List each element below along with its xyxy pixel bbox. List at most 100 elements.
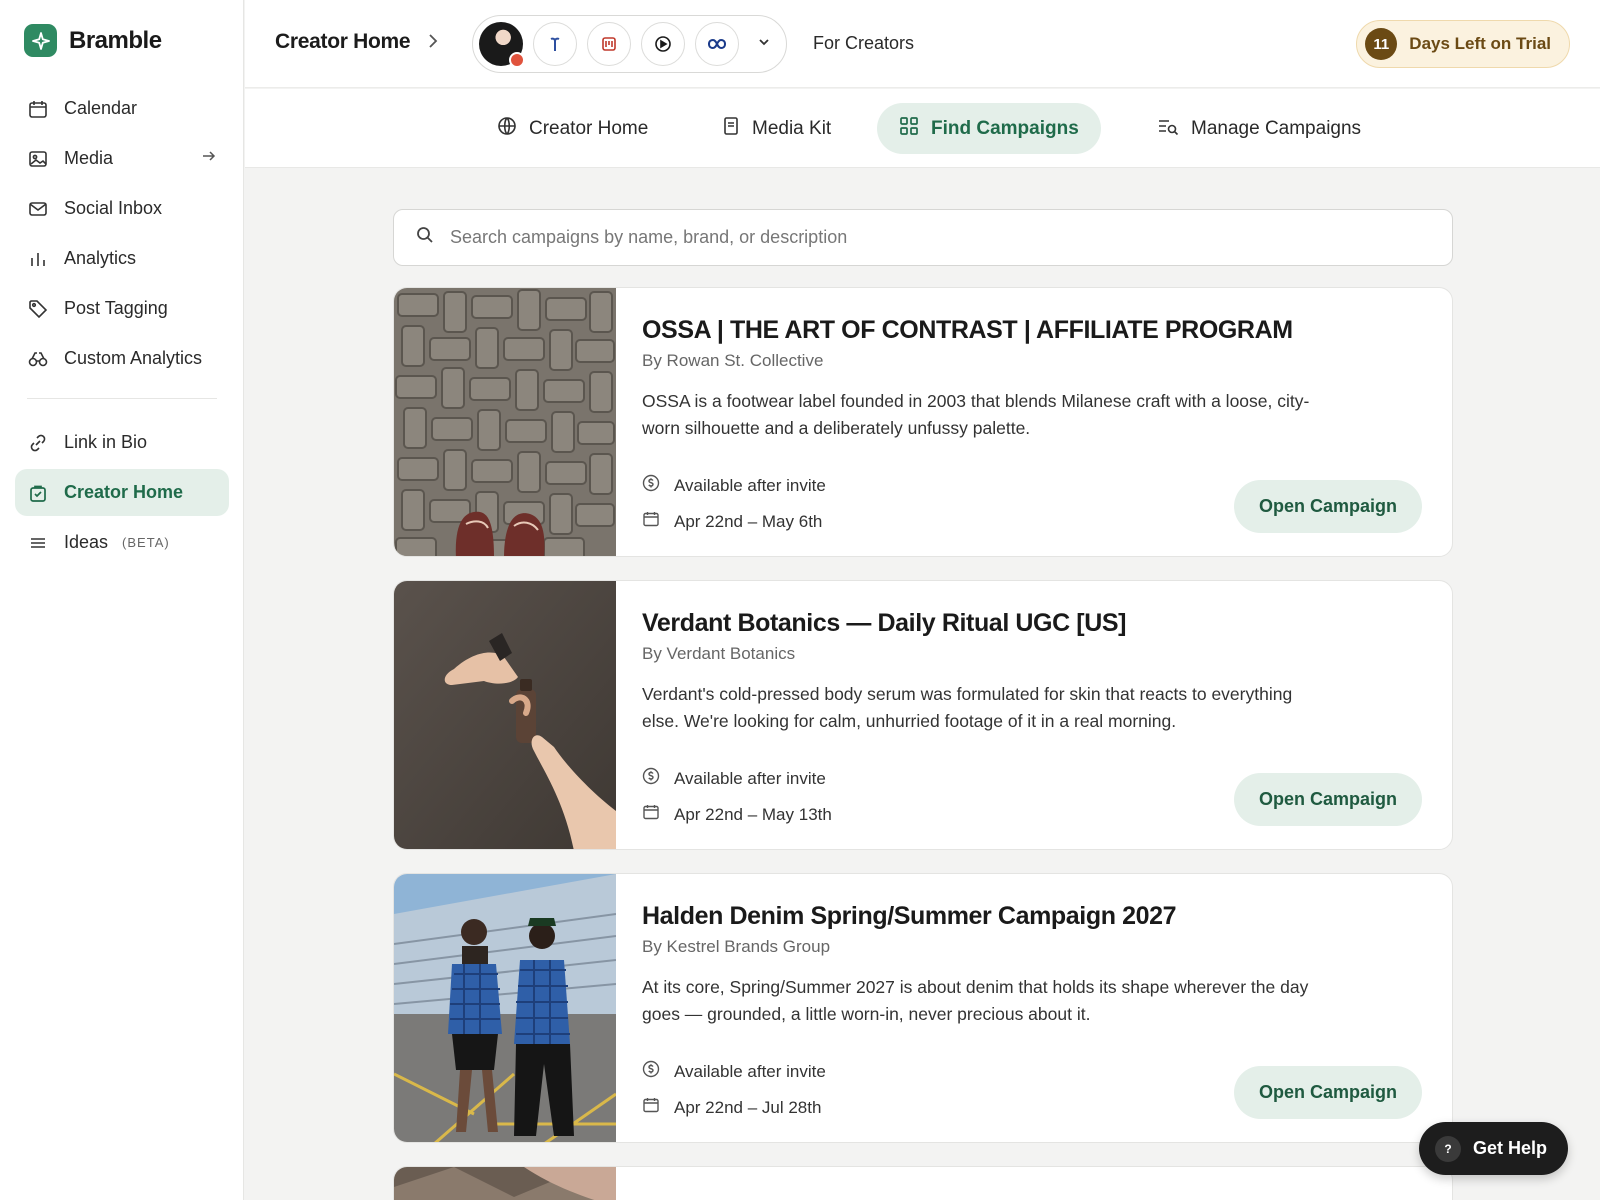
tag-icon <box>27 298 49 320</box>
campaign-title[interactable]: Halden Denim Spring/Summer Campaign 2027 <box>642 902 1177 931</box>
open-campaign-button[interactable]: Open Campaign <box>1234 773 1422 826</box>
campaign-card[interactable]: Verdant Botanics — Daily Ritual UGC [US]… <box>393 580 1453 850</box>
meta-icon[interactable] <box>695 22 739 66</box>
avatar[interactable] <box>479 22 525 68</box>
instagram-badge-icon <box>509 52 525 68</box>
lines-icon <box>27 532 49 554</box>
tab-label: Manage Campaigns <box>1191 117 1362 139</box>
campaign-image-serum <box>394 581 616 849</box>
document-icon <box>722 116 740 142</box>
dates-text: Apr 22nd – May 6th <box>674 511 823 531</box>
creator-tabs: Creator Home Media Kit Find Campaigns Ma… <box>245 89 1600 168</box>
campaign-dates: Apr 22nd – May 13th <box>642 803 832 826</box>
brand-logo-icon <box>24 24 57 57</box>
brand-name: Bramble <box>69 26 162 54</box>
campaign-image-cobblestone <box>394 288 616 556</box>
campaign-dates: Apr 22nd – May 6th <box>642 510 822 533</box>
card-body: OSSA | THE ART OF CONTRAST | AFFILIATE P… <box>642 288 1422 556</box>
card-body: Verdant Botanics — Daily Ritual UGC [US]… <box>642 581 1422 849</box>
campaign-description: At its core, Spring/Summer 2027 is about… <box>642 977 1309 1024</box>
dates-text: Apr 22nd – May 13th <box>674 804 832 824</box>
tab-creator-home[interactable]: Creator Home <box>475 103 670 154</box>
campaign-search[interactable] <box>393 209 1453 266</box>
shopping-bag-icon <box>27 482 49 504</box>
campaign-title[interactable]: OSSA | THE ART OF CONTRAST | AFFILIATE P… <box>642 316 1293 345</box>
breadcrumb[interactable]: Creator Home <box>275 30 411 54</box>
brand[interactable]: Bramble <box>24 24 162 57</box>
open-campaign-button[interactable]: Open Campaign <box>1234 1066 1422 1119</box>
campaign-payout: Available after invite <box>642 767 826 790</box>
tab-label: Find Campaigns <box>931 117 1079 139</box>
youtube-icon[interactable] <box>641 22 685 66</box>
sidebar-item-analytics[interactable]: Analytics <box>15 235 229 282</box>
sidebar-item-label: Calendar <box>64 98 138 118</box>
sidebar-item-calendar[interactable]: Calendar <box>15 85 229 132</box>
campaign-card-partial[interactable] <box>393 1166 1453 1200</box>
chevron-down-icon[interactable] <box>757 35 771 54</box>
list-search-icon <box>1157 116 1179 142</box>
bar-chart-icon <box>27 248 49 270</box>
sidebar-item-media[interactable]: Media <box>15 135 229 182</box>
payout-text: Available after invite <box>674 768 826 788</box>
trial-label: Days Left on Trial <box>1409 34 1551 53</box>
profile-switcher[interactable] <box>472 15 787 73</box>
sidebar-item-link-in-bio[interactable]: Link in Bio <box>15 419 229 466</box>
globe-icon <box>497 116 517 142</box>
sidebar-item-social-inbox[interactable]: Social Inbox <box>15 185 229 232</box>
mail-icon <box>27 198 49 220</box>
tab-find-campaigns[interactable]: Find Campaigns <box>877 103 1101 154</box>
tab-media-kit[interactable]: Media Kit <box>700 103 853 154</box>
link-icon <box>27 432 49 454</box>
image-icon <box>27 148 49 170</box>
calendar-icon <box>27 98 49 120</box>
question-icon: ? <box>1435 1135 1461 1162</box>
tab-label: Media Kit <box>752 117 832 139</box>
sidebar: Bramble Calendar Media Social Inbox Anal… <box>0 0 244 1200</box>
search-icon <box>416 226 434 249</box>
campaign-image-denim <box>394 874 616 1142</box>
sidebar-item-creator-home[interactable]: Creator Home <box>15 469 229 516</box>
campaign-title[interactable]: Verdant Botanics — Daily Ritual UGC [US] <box>642 609 1126 638</box>
open-campaign-button[interactable]: Open Campaign <box>1234 480 1422 533</box>
bluesky-icon[interactable] <box>587 22 631 66</box>
calendar-icon <box>642 1096 660 1119</box>
sidebar-item-post-tagging[interactable]: Post Tagging <box>15 285 229 332</box>
campaign-brand: By Kestrel Brands Group <box>642 937 831 956</box>
campaign-card[interactable]: Halden Denim Spring/Summer Campaign 2027… <box>393 873 1453 1143</box>
campaign-brand: By Rowan St. Collective <box>642 351 824 370</box>
sidebar-divider <box>27 398 217 399</box>
get-help-button[interactable]: ? Get Help <box>1419 1122 1568 1175</box>
tab-manage-campaigns[interactable]: Manage Campaigns <box>1135 103 1383 154</box>
campaign-image-partial <box>394 1167 616 1200</box>
sidebar-item-ideas[interactable]: Ideas (BETA) <box>15 519 229 566</box>
payout-text: Available after invite <box>674 475 826 495</box>
campaign-payout: Available after invite <box>642 1060 826 1083</box>
trial-count: 11 <box>1365 28 1398 60</box>
chevron-right-icon <box>425 32 441 55</box>
tab-label: Creator Home <box>529 117 649 139</box>
calendar-icon <box>642 803 660 826</box>
trial-badge[interactable]: 11 Days Left on Trial <box>1356 20 1570 68</box>
sidebar-item-label: Ideas <box>64 532 109 552</box>
for-creators-link[interactable]: For Creators <box>813 33 914 54</box>
campaign-description: OSSA is a footwear label founded in 2003… <box>642 391 1310 438</box>
sidebar-item-label: Link in Bio <box>64 432 148 452</box>
beta-badge: (BETA) <box>122 535 170 550</box>
top-bar: Creator Home For Creators 11 Days Left o… <box>245 0 1600 88</box>
sidebar-item-label: Media <box>64 148 114 168</box>
campaign-dates: Apr 22nd – Jul 28th <box>642 1096 821 1119</box>
dollar-circle-icon <box>642 1060 660 1083</box>
dates-text: Apr 22nd – Jul 28th <box>674 1097 822 1117</box>
campaign-card[interactable]: OSSA | THE ART OF CONTRAST | AFFILIATE P… <box>393 287 1453 557</box>
search-input[interactable] <box>450 227 1410 248</box>
sidebar-item-label: Custom Analytics <box>64 348 203 368</box>
card-body: Halden Denim Spring/Summer Campaign 2027… <box>642 874 1422 1142</box>
sidebar-item-custom-analytics[interactable]: Custom Analytics <box>15 335 229 382</box>
arrow-right-icon <box>201 148 217 169</box>
sidebar-item-label: Post Tagging <box>64 298 168 318</box>
payout-text: Available after invite <box>674 1061 826 1081</box>
help-label: Get Help <box>1473 1138 1548 1158</box>
threads-icon[interactable] <box>533 22 577 66</box>
dollar-circle-icon <box>642 474 660 497</box>
campaign-description: Verdant's cold-pressed body serum was fo… <box>642 684 1293 731</box>
